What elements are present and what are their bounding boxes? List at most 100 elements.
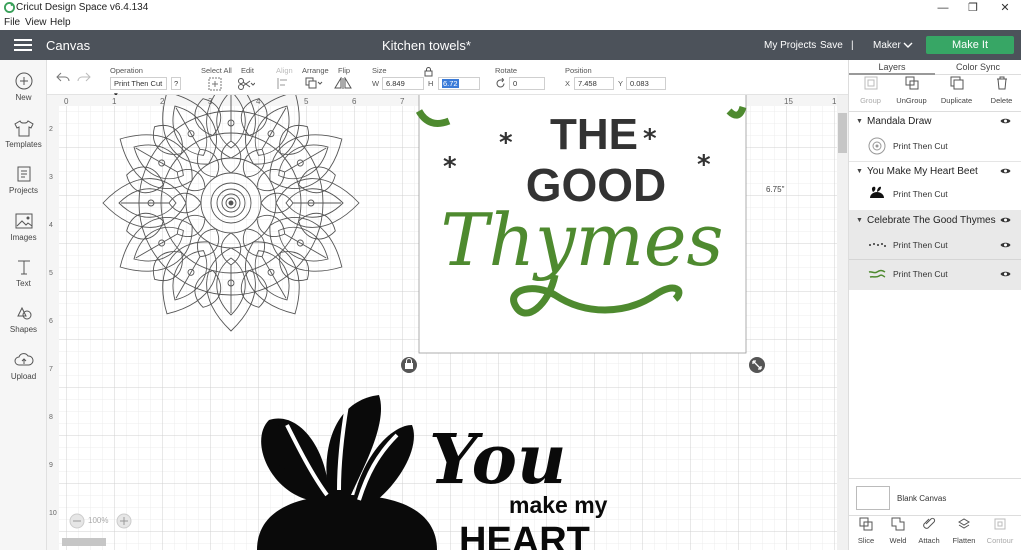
upload-button[interactable]: Upload [0,351,47,381]
design-canvas[interactable]: 012345678910111213141516 2345678910 THE … [47,95,837,550]
height-input[interactable]: 6.72 [438,77,480,90]
zoom-level: 100% [88,516,109,525]
expand-chevron-icon[interactable]: ▼ [856,168,863,175]
new-button[interactable]: New [0,72,47,102]
shapes-button[interactable]: Shapes [0,304,47,334]
layer-beet-print[interactable]: Print Then Cut [849,180,1021,208]
rotate-icon [496,78,505,88]
eye-icon[interactable] [1000,167,1011,175]
zoom-out-icon[interactable] [69,513,85,529]
eye-icon[interactable] [1000,270,1011,278]
contour-icon [994,518,1006,530]
lock-proportions-handle[interactable] [401,357,417,373]
minimize-button[interactable]: — [928,0,958,16]
ruler-tick-label: 4 [49,222,53,229]
vertical-scrollbar[interactable] [837,95,848,550]
my-projects-link[interactable]: My Projects [764,40,816,51]
width-input[interactable]: 6.849 [382,77,424,90]
images-button[interactable]: Images [0,212,47,242]
ruler-tick-label: 9 [49,462,53,469]
height-value-selected: 6.72 [442,79,459,88]
layer-thymes-stars-print[interactable]: Print Then Cut [849,231,1021,259]
layer-mandala-print[interactable]: Print Then Cut [849,132,1021,160]
scissors-icon[interactable] [237,77,255,91]
expand-chevron-icon[interactable]: ▼ [856,118,863,125]
group-button[interactable]: Group [849,76,892,110]
layer-thymes-text-print[interactable]: Print Then Cut [849,260,1021,288]
horizontal-scrollbar-thumb[interactable] [62,538,106,546]
text-thymes: Thymes [441,198,724,282]
layer-group-beet[interactable]: ▼ You Make My Heart Beet [849,162,1021,182]
machine-select[interactable]: Maker [873,40,901,51]
ruler-tick-label: 15 [784,97,793,106]
chevron-down-icon[interactable] [903,42,913,49]
attach-button[interactable]: Attach [912,517,946,545]
blank-canvas-swatch[interactable] [856,486,890,510]
x-position-input[interactable]: 7.458 [574,77,614,90]
shapes-label: Shapes [9,325,38,334]
layer-group-thymes[interactable]: ▼ Celebrate The Good Thymes [849,211,1021,231]
text-button[interactable]: Text [0,258,47,288]
blank-canvas-label: Blank Canvas [897,494,947,503]
slice-button[interactable]: Slice [849,517,883,545]
save-link[interactable]: Save [820,40,843,51]
projects-button[interactable]: Projects [0,165,47,195]
vertical-scrollbar-thumb[interactable] [838,113,847,153]
operation-help-button[interactable]: ? [171,77,181,90]
resize-handle[interactable] [749,357,765,373]
ruler-tick-label: 5 [304,97,309,106]
canvas-label: Canvas [46,38,91,53]
maximize-button[interactable]: ❐ [958,0,988,16]
flatten-icon [958,518,970,529]
paperclip-icon [923,517,936,529]
eye-icon[interactable] [1000,117,1011,125]
lock-icon[interactable] [424,67,433,77]
operation-select[interactable]: Print Then Cut ▾ [110,77,167,99]
contour-button[interactable]: Contour [983,517,1017,545]
stars-thumbnail-icon [869,243,886,247]
beet-thumbnail-icon [870,186,884,198]
new-label: New [15,93,32,102]
templates-button[interactable]: Templates [0,119,47,149]
weld-button[interactable]: Weld [881,517,915,545]
tab-color-sync[interactable]: Color Sync [935,60,1021,75]
align-icon[interactable] [276,77,292,90]
flatten-button[interactable]: Flatten [947,517,981,545]
cloud-upload-icon [14,353,34,366]
rotate-input[interactable]: 0 [509,77,545,90]
menu-view[interactable]: View [25,17,47,28]
layer-group-mandala[interactable]: ▼ Mandala Draw [849,112,1021,132]
project-title[interactable]: Kitchen towels* [382,38,471,53]
redo-icon[interactable] [77,71,91,83]
close-button[interactable]: ✕ [990,0,1020,16]
ungroup-label: UnGroup [896,96,927,105]
eye-icon[interactable] [1000,241,1011,249]
position-label: Position [565,66,592,75]
svg-text:*: * [443,152,457,182]
ruler-tick-label: 7 [400,97,405,106]
tab-layers[interactable]: Layers [849,60,935,75]
group-label: Group [860,96,881,105]
arrange-icon[interactable] [305,77,323,90]
header-separator: | [851,40,854,51]
duplicate-button[interactable]: Duplicate [935,76,978,110]
flip-label: Flip [338,66,351,75]
undo-icon[interactable] [56,71,70,83]
y-position-input[interactable]: 0.083 [626,77,666,90]
flip-icon[interactable] [334,77,354,90]
window-title: Cricut Design Space v6.4.134 [16,2,149,13]
ungroup-button[interactable]: UnGroup [890,76,933,110]
layer-name: Print Then Cut [893,269,948,279]
menu-bar: File View Help [0,16,1021,30]
eye-icon[interactable] [1000,216,1011,224]
menu-file[interactable]: File [4,17,20,28]
delete-button[interactable]: Delete [980,76,1021,110]
duplicate-label: Duplicate [940,96,973,105]
expand-chevron-icon[interactable]: ▼ [856,217,863,224]
select-all-icon[interactable] [208,77,222,91]
zoom-in-icon[interactable] [116,513,132,529]
hamburger-menu-icon[interactable] [14,39,32,51]
menu-help[interactable]: Help [50,17,71,28]
svg-text:*: * [643,124,657,154]
make-it-button[interactable]: Make It [926,36,1014,54]
